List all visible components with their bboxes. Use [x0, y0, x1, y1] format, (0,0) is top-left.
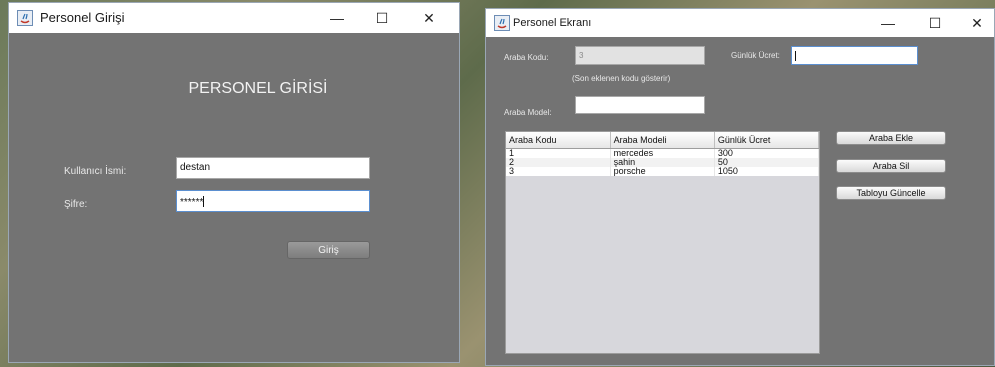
text-cursor	[203, 196, 205, 207]
login-window-title: Personel Girişi	[40, 10, 125, 25]
text-cursor	[795, 51, 796, 61]
login-titlebar[interactable]: Personel Girişi — ☐ ✕	[9, 3, 459, 33]
maximize-icon: ☐	[928, 14, 942, 31]
staff-window: Personel Ekranı — ☐ ✕ Araba Kodu: 3 (Son…	[485, 8, 995, 366]
car-code-value: 3	[579, 51, 584, 60]
password-label: Şifre:	[64, 199, 88, 210]
java-app-icon	[17, 10, 33, 26]
refresh-table-button-label: Tabloyu Güncelle	[856, 188, 926, 198]
password-value: ******	[180, 197, 204, 208]
username-input[interactable]: destan	[176, 157, 370, 179]
staff-panel: Araba Kodu: 3 (Son eklenen kodu gösterir…	[486, 37, 994, 365]
cell-car-code: 3	[506, 167, 611, 176]
maximize-button[interactable]: ☐	[360, 3, 404, 33]
username-label: Kullanıcı İsmi:	[64, 166, 127, 177]
login-heading: PERSONEL GİRİSİ	[188, 80, 328, 97]
minimize-icon: —	[881, 15, 895, 31]
cell-daily-fee: 300	[714, 148, 819, 158]
column-header-daily-fee[interactable]: Günlük Ücret	[714, 132, 819, 149]
cars-table[interactable]: Araba Kodu Araba Modeli Günlük Ücret 1 m…	[505, 131, 820, 354]
java-app-icon	[494, 15, 510, 31]
table-header-row: Araba Kodu Araba Modeli Günlük Ücret	[506, 132, 819, 149]
minimize-button[interactable]: —	[315, 3, 359, 33]
column-header-car-code[interactable]: Araba Kodu	[506, 132, 611, 149]
delete-car-button-label: Araba Sil	[872, 161, 910, 171]
table-row[interactable]: 3 porsche 1050	[506, 167, 819, 176]
minimize-button[interactable]: —	[866, 9, 910, 37]
login-button[interactable]: Giriş	[287, 241, 370, 259]
close-icon: ✕	[971, 14, 983, 31]
staff-window-title: Personel Ekranı	[513, 17, 592, 29]
maximize-icon: ☐	[375, 9, 389, 26]
table-row[interactable]: 1 mercedes 300	[506, 148, 819, 158]
table-row[interactable]: 2 şahin 50	[506, 158, 819, 167]
car-code-label: Araba Kodu:	[504, 53, 549, 62]
cell-car-code: 2	[506, 158, 611, 167]
login-panel: PERSONEL GİRİSİ Kullanıcı İsmi: destan Ş…	[9, 33, 459, 362]
maximize-button[interactable]: ☐	[913, 9, 957, 37]
password-input[interactable]: ******	[176, 190, 370, 212]
staff-titlebar[interactable]: Personel Ekranı — ☐ ✕	[486, 9, 994, 37]
add-car-button[interactable]: Araba Ekle	[836, 131, 946, 145]
close-icon: ✕	[423, 9, 435, 26]
minimize-icon: —	[330, 10, 344, 26]
car-code-input: 3	[575, 46, 705, 65]
refresh-table-button[interactable]: Tabloyu Güncelle	[836, 186, 946, 200]
car-model-label: Araba Model:	[504, 108, 552, 117]
username-value: destan	[180, 162, 211, 173]
login-button-label: Giriş	[318, 244, 339, 256]
delete-car-button[interactable]: Araba Sil	[836, 159, 946, 173]
daily-fee-input[interactable]	[791, 46, 918, 65]
login-window: Personel Girişi — ☐ ✕ PERSONEL GİRİSİ Ku…	[8, 2, 460, 363]
cell-car-model: porsche	[610, 167, 715, 176]
car-code-hint: (Son eklenen kodu gösterir)	[572, 74, 671, 83]
close-button[interactable]: ✕	[407, 3, 451, 33]
cell-car-code: 1	[506, 148, 611, 158]
cars-table-grid: Araba Kodu Araba Modeli Günlük Ücret 1 m…	[506, 132, 819, 176]
close-button[interactable]: ✕	[955, 9, 995, 37]
column-header-car-model[interactable]: Araba Modeli	[610, 132, 715, 149]
add-car-button-label: Araba Ekle	[868, 133, 914, 143]
cell-daily-fee: 1050	[714, 167, 819, 176]
car-model-input[interactable]	[575, 96, 705, 114]
daily-fee-label: Günlük Ücret:	[731, 51, 780, 60]
